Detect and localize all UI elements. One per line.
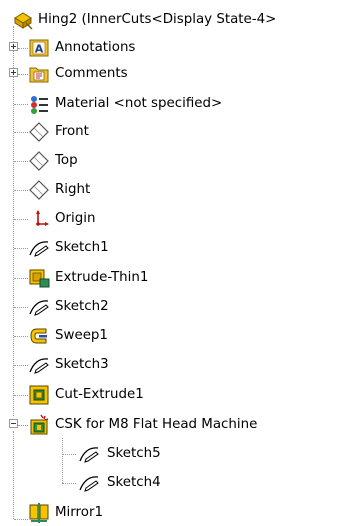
tree-item-comments[interactable]: Comments xyxy=(0,61,339,87)
tree-item-label: Right xyxy=(55,182,91,197)
tree-item-label: Sketch1 xyxy=(55,240,109,255)
material-icon xyxy=(28,93,50,115)
tree-item-top-plane[interactable]: Top xyxy=(0,148,339,174)
tree-item-label: Front xyxy=(55,124,89,139)
tree-item-sketch4[interactable]: Sketch4 xyxy=(0,470,339,496)
sketch-icon xyxy=(28,354,50,376)
collapse-toggle[interactable] xyxy=(9,419,18,428)
tree-item-material[interactable]: Material <not specified> xyxy=(0,91,339,117)
tree-item-label: Sketch2 xyxy=(55,299,109,314)
extrude-thin-icon xyxy=(28,267,50,289)
tree-item-cut-extrude1[interactable]: Cut-Extrude1 xyxy=(0,382,339,408)
tree-item-label: Sketch4 xyxy=(107,475,161,490)
tree-item-right-plane[interactable]: Right xyxy=(0,177,339,203)
tree-item-label: Top xyxy=(55,153,78,168)
cut-extrude-icon xyxy=(28,384,50,406)
tree-item-origin[interactable]: Origin xyxy=(0,206,339,232)
tree-item-label: Sweep1 xyxy=(55,328,108,343)
tree-item-annotations[interactable]: A Annotations xyxy=(0,35,339,61)
origin-icon xyxy=(28,208,50,230)
tree-item-csk-hole[interactable]: CSK for M8 Flat Head Machine xyxy=(0,412,339,438)
plane-icon xyxy=(28,121,50,143)
hole-wizard-icon xyxy=(28,414,50,436)
plane-icon xyxy=(28,150,50,172)
tree-item-label: CSK for M8 Flat Head Machine xyxy=(55,417,258,432)
sketch-icon xyxy=(28,237,50,259)
tree-item-sketch2[interactable]: Sketch2 xyxy=(0,294,339,320)
tree-item-label: Material <not specified> xyxy=(55,96,223,111)
tree-root-label: Hing2 (InnerCuts<Display State-4> xyxy=(38,12,277,27)
sweep-icon xyxy=(28,325,50,347)
tree-item-sketch3[interactable]: Sketch3 xyxy=(0,352,339,378)
tree-item-label: Sketch5 xyxy=(107,446,161,461)
comments-folder-icon xyxy=(28,63,50,85)
svg-text:A: A xyxy=(35,43,44,56)
tree-item-label: Extrude-Thin1 xyxy=(55,270,149,285)
tree-item-sweep1[interactable]: Sweep1 xyxy=(0,323,339,349)
expand-toggle[interactable] xyxy=(9,68,18,77)
tree-item-label: Annotations xyxy=(55,40,136,55)
tree-item-label: Origin xyxy=(55,211,96,226)
tree-item-label: Comments xyxy=(55,66,128,81)
mirror-icon xyxy=(28,502,50,524)
tree-item-label: Mirror1 xyxy=(55,505,103,520)
tree-item-sketch1[interactable]: Sketch1 xyxy=(0,235,339,261)
expand-toggle[interactable] xyxy=(9,42,18,51)
feature-manager-tree: Hing2 (InnerCuts<Display State-4> A Anno… xyxy=(0,0,339,525)
tree-item-label: Cut-Extrude1 xyxy=(55,387,144,402)
tree-root-part[interactable]: Hing2 (InnerCuts<Display State-4> xyxy=(0,7,339,33)
tree-item-mirror1[interactable]: Mirror1 xyxy=(0,500,339,526)
annotations-icon: A xyxy=(28,37,50,59)
tree-item-front-plane[interactable]: Front xyxy=(0,119,339,145)
part-icon xyxy=(12,9,34,31)
plane-icon xyxy=(28,179,50,201)
tree-item-sketch5[interactable]: Sketch5 xyxy=(0,441,339,467)
sketch-icon xyxy=(28,296,50,318)
tree-item-extrude-thin1[interactable]: Extrude-Thin1 xyxy=(0,265,339,291)
sketch-icon xyxy=(78,443,100,465)
tree-item-label: Sketch3 xyxy=(55,357,109,372)
sketch-icon xyxy=(78,472,100,494)
